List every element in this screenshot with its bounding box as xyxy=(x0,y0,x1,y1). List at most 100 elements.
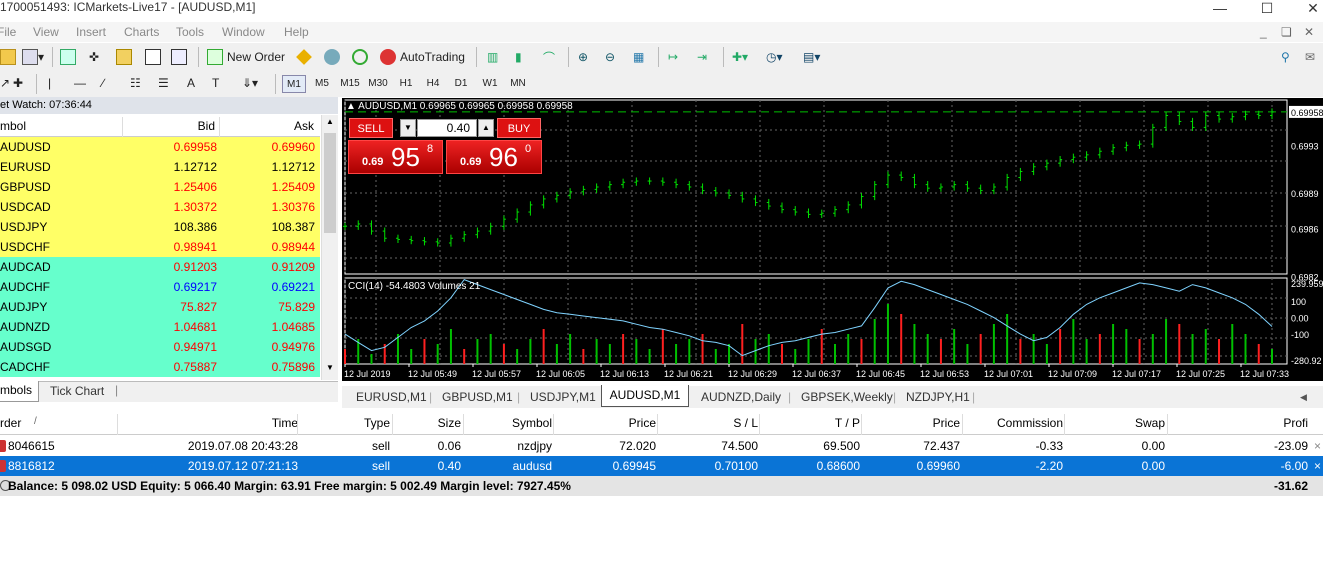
market-watch-icon[interactable] xyxy=(60,47,76,67)
text-icon[interactable]: A xyxy=(187,73,195,93)
buy-button[interactable]: BUY xyxy=(497,118,541,138)
market-watch-row[interactable]: USDJPY 108.386 108.387 xyxy=(0,217,320,237)
terminal-col-type[interactable]: Type xyxy=(300,416,390,430)
chart-tab-audusd[interactable]: AUDUSD,M1 xyxy=(601,385,689,407)
arrows-icon[interactable]: ⇓▾ xyxy=(242,73,258,93)
candlestick-icon[interactable]: ▮ xyxy=(515,47,522,67)
chart-window[interactable]: 0.69960.699580.69930.69890.69860.6982239… xyxy=(342,98,1323,381)
terminal-col-tp[interactable]: T / P xyxy=(762,416,860,430)
menu-insert[interactable]: Insert xyxy=(76,25,106,39)
menu-view[interactable]: View xyxy=(33,25,59,39)
minimize-icon[interactable]: — xyxy=(1205,0,1235,16)
indicators-icon[interactable]: ✚▾ xyxy=(732,47,748,67)
market-watch-row[interactable]: AUDCHF 0.69217 0.69221 xyxy=(0,277,320,297)
autoscroll-icon[interactable]: ⇥ xyxy=(697,47,707,67)
timeframe-h1[interactable]: H1 xyxy=(396,75,416,93)
mdi-minimize-icon[interactable]: _ xyxy=(1260,25,1267,39)
autotrading-button[interactable]: AutoTrading xyxy=(380,47,465,67)
trendline-icon[interactable]: ∕ xyxy=(102,73,104,93)
templates-icon[interactable]: ▤▾ xyxy=(803,47,820,67)
close-icon[interactable]: ✕ xyxy=(1298,0,1323,16)
zoom-out-icon[interactable]: ⊖ xyxy=(605,47,615,67)
timeframe-m5[interactable]: M5 xyxy=(312,75,332,93)
tabs-scroll-left-icon[interactable]: ◀ xyxy=(1300,387,1307,407)
market-watch-scrollbar[interactable]: ▲ ▼ xyxy=(321,115,338,380)
chat-icon[interactable]: ✉ xyxy=(1305,47,1315,67)
text-label-icon[interactable]: T xyxy=(212,73,219,93)
chart-tab-gbpsek[interactable]: GBPSEK,Weekly xyxy=(801,387,893,407)
lot-input[interactable]: 0.40 xyxy=(417,119,477,137)
cursor-icon[interactable]: ↗ xyxy=(0,73,10,93)
market-watch-row[interactable]: AUDJPY 75.827 75.829 xyxy=(0,297,320,317)
scroll-up-icon[interactable]: ▲ xyxy=(324,117,336,129)
sell-button[interactable]: SELL xyxy=(349,118,393,138)
profiles-icon[interactable]: ▾ xyxy=(22,47,44,67)
terminal-col-profit[interactable]: Profi xyxy=(1170,416,1308,430)
chart-tab-nzdjpy[interactable]: NZDJPY,H1 xyxy=(906,387,970,407)
menu-tools[interactable]: Tools xyxy=(176,25,204,39)
tile-windows-icon[interactable]: ▦ xyxy=(633,47,644,67)
chart-tab-eurusd[interactable]: EURUSD,M1 xyxy=(356,387,427,407)
zoom-in-icon[interactable]: ⊕ xyxy=(578,47,588,67)
terminal-col-commission[interactable]: Commission xyxy=(965,416,1063,430)
market-watch-row[interactable]: AUDNZD 1.04681 1.04685 xyxy=(0,317,320,337)
market-watch-row[interactable]: CADCHF 0.75887 0.75896 xyxy=(0,357,320,377)
market-watch-row[interactable]: AUDUSD 0.69958 0.69960 xyxy=(0,137,320,157)
timeframe-mn[interactable]: MN xyxy=(507,75,529,93)
timeframe-w1[interactable]: W1 xyxy=(480,75,500,93)
periods-icon[interactable]: ◷▾ xyxy=(766,47,783,67)
terminal-col-price[interactable]: Price xyxy=(556,416,656,430)
metaeditor-icon[interactable] xyxy=(296,47,312,67)
close-order-icon[interactable]: × xyxy=(1314,456,1321,476)
search-icon[interactable]: ⚲ xyxy=(1281,47,1290,67)
timeframe-h4[interactable]: H4 xyxy=(423,75,443,93)
crosshair-move-icon[interactable]: ✜ xyxy=(89,47,99,67)
terminal-col-time[interactable]: Time xyxy=(120,416,298,430)
close-order-icon[interactable]: × xyxy=(1314,436,1321,456)
vertical-line-icon[interactable]: | xyxy=(48,73,51,93)
terminal-col-price2[interactable]: Price xyxy=(864,416,960,430)
scroll-down-icon[interactable]: ▼ xyxy=(324,363,336,375)
chart-shift-icon[interactable]: ↦ xyxy=(668,47,678,67)
line-chart-icon[interactable]: ⌒ xyxy=(543,47,555,67)
order-row[interactable]: 8046615 2019.07.08 20:43:28 sell 0.06 nzdjpy… xyxy=(0,436,1323,456)
chart-tab-gbpusd[interactable]: GBPUSD,M1 xyxy=(442,387,513,407)
chart-tab-usdjpy[interactable]: USDJPY,M1 xyxy=(530,387,596,407)
market-icon[interactable] xyxy=(352,47,368,67)
crosshair-icon[interactable]: ✚ xyxy=(13,73,23,93)
timeframe-m1[interactable]: M1 xyxy=(282,75,306,93)
menu-window[interactable]: Window xyxy=(222,25,265,39)
tab-tick-chart[interactable]: Tick Chart xyxy=(50,383,104,399)
market-watch-row[interactable]: USDCHF 0.98941 0.98944 xyxy=(0,237,320,257)
lot-increase-button[interactable]: ▲ xyxy=(478,119,494,137)
channel-icon[interactable]: ☷ xyxy=(130,73,141,93)
terminal-col-swap[interactable]: Swap xyxy=(1067,416,1165,430)
signals-icon[interactable] xyxy=(324,47,340,67)
horizontal-line-icon[interactable]: — xyxy=(74,73,86,93)
col-ask[interactable]: Ask xyxy=(222,119,314,133)
tester-icon[interactable] xyxy=(171,47,187,67)
market-watch-row[interactable]: AUDSGD 0.94971 0.94976 xyxy=(0,337,320,357)
lot-decrease-button[interactable]: ▼ xyxy=(400,119,416,137)
chart-tab-audnzd[interactable]: AUDNZD,Daily xyxy=(701,387,781,407)
market-watch-row[interactable]: EURUSD 1.12712 1.12712 xyxy=(0,157,320,177)
menu-charts[interactable]: Charts xyxy=(124,25,159,39)
tab-symbols[interactable]: mbols xyxy=(0,381,39,402)
terminal-icon[interactable] xyxy=(145,47,161,67)
fibonacci-icon[interactable]: ☰ xyxy=(158,73,169,93)
timeframe-d1[interactable]: D1 xyxy=(451,75,471,93)
terminal-col-order[interactable]: rder xyxy=(0,416,60,430)
navigator-icon[interactable] xyxy=(116,47,132,67)
col-bid[interactable]: Bid xyxy=(125,119,215,133)
bar-chart-icon[interactable]: ▥ xyxy=(487,47,498,67)
market-watch-row[interactable]: AUDCAD 0.91203 0.91209 xyxy=(0,257,320,277)
scroll-thumb[interactable] xyxy=(324,133,336,233)
timeframe-m15[interactable]: M15 xyxy=(338,75,362,93)
terminal-col-symbol[interactable]: Symbol xyxy=(466,416,552,430)
buy-price[interactable]: 0.69 96 0 xyxy=(446,140,542,174)
menu-file[interactable]: File xyxy=(0,25,16,39)
sell-price[interactable]: 0.69 95 8 xyxy=(348,140,443,174)
mdi-close-icon[interactable]: ✕ xyxy=(1304,25,1314,39)
menu-help[interactable]: Help xyxy=(284,25,309,39)
mdi-restore-icon[interactable]: ❏ xyxy=(1281,25,1292,39)
